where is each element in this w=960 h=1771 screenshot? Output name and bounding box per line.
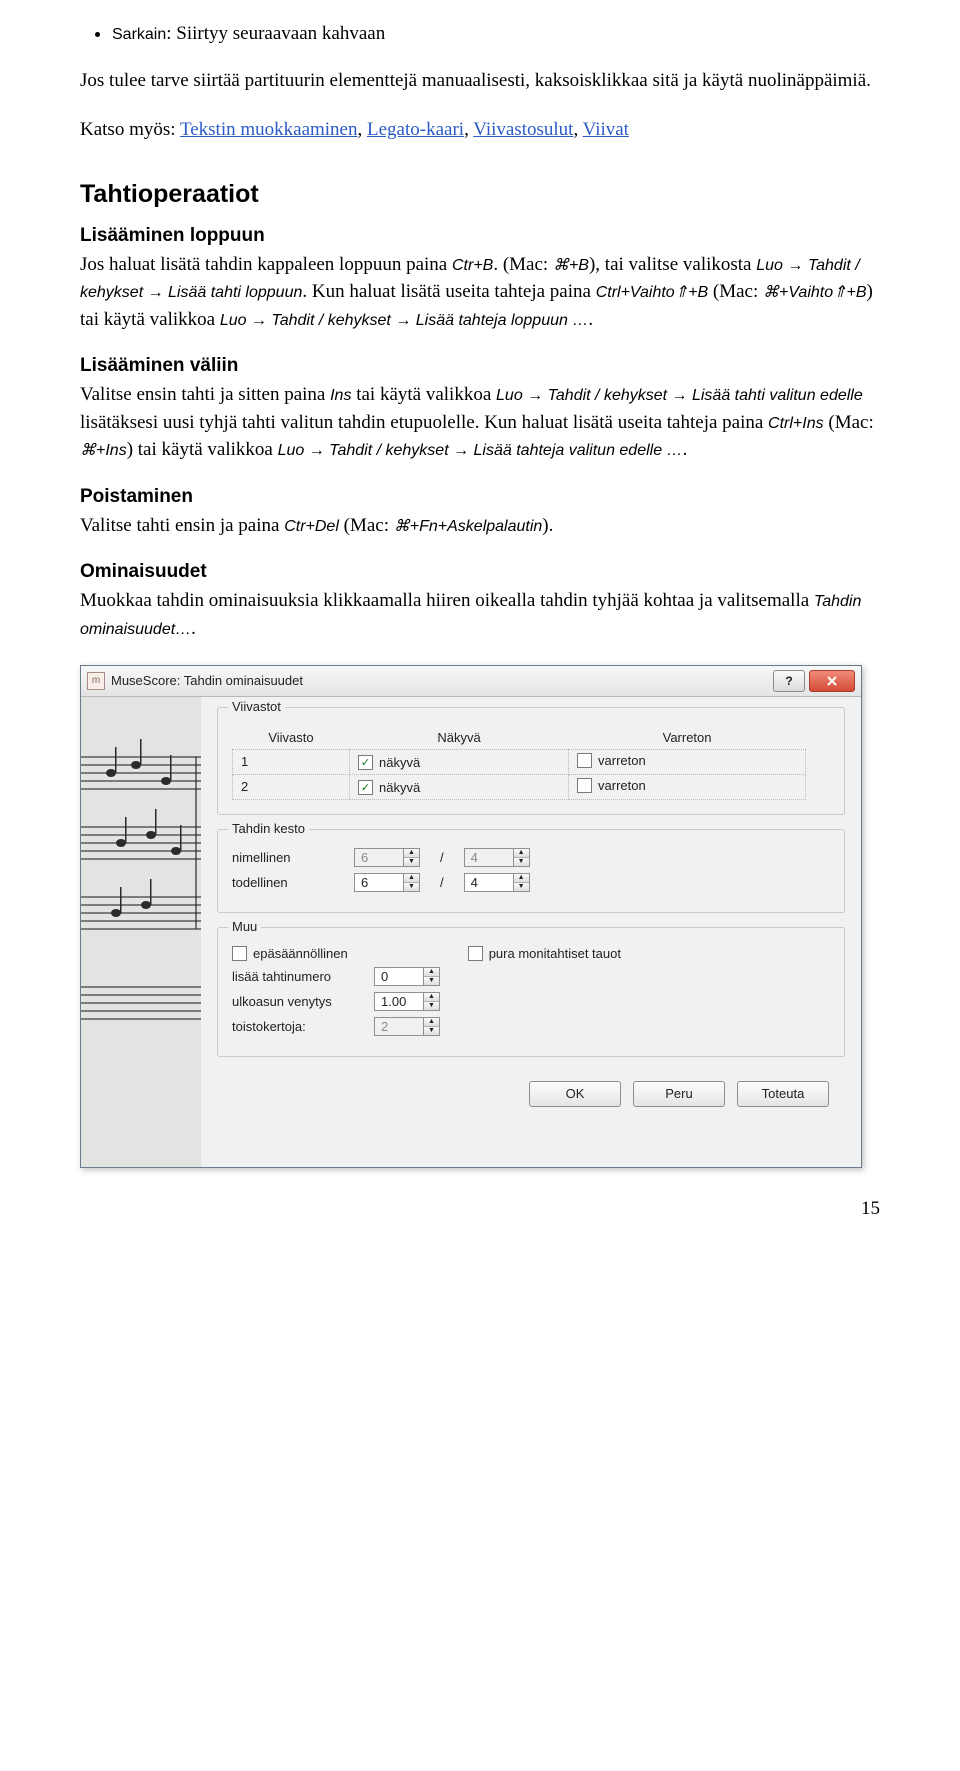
menu-path: Luo → Tahdit / kehykset → Lisää tahteja … [220, 312, 589, 329]
spin-down-icon[interactable]: ▼ [424, 1026, 439, 1035]
kbd: Ctrl+Ins [768, 415, 824, 432]
link-tekstin-muokkaaminen[interactable]: Tekstin muokkaaminen [180, 119, 358, 140]
spin-down-icon[interactable]: ▼ [514, 857, 529, 866]
dialog-tahdin-ominaisuudet: m MuseScore: Tahdin ominaisuudet ? [80, 665, 862, 1168]
kbd: ⌘+Fn+Askelpalautin [394, 518, 543, 535]
link-legato-kaari[interactable]: Legato-kaari [367, 119, 464, 140]
cell-stave-num: 2 [233, 774, 350, 799]
link-viivat[interactable]: Viivat [583, 119, 629, 140]
ok-button[interactable]: OK [529, 1081, 621, 1107]
group-legend: Tahdin kesto [228, 821, 309, 836]
checkbox-nakyva-1[interactable]: ✓näkyvä [358, 755, 420, 770]
spin-actual-num[interactable]: 6▲▼ [354, 873, 420, 892]
close-button[interactable] [809, 670, 855, 692]
checkbox-pura-monitahtiset[interactable]: pura monitahtiset tauot [468, 946, 621, 961]
help-button[interactable]: ? [773, 670, 805, 692]
col-nakyva: Näkyvä [350, 726, 569, 750]
table-row: 2 ✓näkyvä varreton [233, 774, 806, 799]
checkbox-nakyva-2[interactable]: ✓näkyvä [358, 780, 420, 795]
heading-tahtioperaatiot: Tahtioperaatiot [80, 180, 880, 209]
label-nimellinen: nimellinen [232, 850, 342, 865]
page-number: 15 [80, 1198, 880, 1220]
kbd: Ctr+B [452, 257, 493, 274]
dialog-preview-image [81, 697, 201, 1167]
dialog-title: MuseScore: Tahdin ominaisuudet [111, 673, 769, 688]
kbd: Ctrl+Vaihto⇑+B [596, 284, 708, 301]
label-toistokertoja: toistokertoja: [232, 1019, 362, 1034]
spin-toistokertoja: 2▲▼ [374, 1017, 440, 1036]
group-viivastot: Viivastot Viivasto Näkyvä Varreton 1 ✓nä… [217, 707, 845, 815]
kbd: ⌘+B [553, 257, 589, 274]
label-todellinen: todellinen [232, 875, 342, 890]
kbd: ⌘+Vaihto⇑+B [763, 284, 867, 301]
spin-lisaa-tahtinumero[interactable]: 0▲▼ [374, 967, 440, 986]
apply-button[interactable]: Toteuta [737, 1081, 829, 1107]
paragraph-sec3: Valitse tahti ensin ja paina Ctr+Del (Ma… [80, 512, 880, 540]
cancel-button[interactable]: Peru [633, 1081, 725, 1107]
label-ulkoasun-venytys: ulkoasun venytys [232, 994, 362, 1009]
spin-ulkoasun-venytys[interactable]: 1.00▲▼ [374, 992, 440, 1011]
label-lisaa-tahtinumero: lisää tahtinumero [232, 969, 362, 984]
spin-nominal-num: 6▲▼ [354, 848, 420, 867]
kbd: Ins [330, 387, 351, 404]
group-muu: Muu epäsäännöllinen pura monitahtiset ta… [217, 927, 845, 1057]
kbd: Ctr+Del [284, 518, 339, 535]
spin-actual-den[interactable]: 4▲▼ [464, 873, 530, 892]
spin-up-icon[interactable]: ▲ [404, 849, 419, 857]
menu-path: Luo → Tahdit / kehykset → Lisää tahteja … [278, 442, 683, 459]
paragraph-intro: Jos tulee tarve siirtää partituurin elem… [80, 67, 880, 95]
bullet-text: : Siirtyy seuraavaan kahvaan [166, 23, 385, 44]
spin-up-icon[interactable]: ▲ [424, 993, 439, 1001]
dialog-titlebar[interactable]: m MuseScore: Tahdin ominaisuudet ? [81, 666, 861, 697]
spin-up-icon[interactable]: ▲ [514, 874, 529, 882]
cell-stave-num: 1 [233, 749, 350, 774]
see-also: Katso myös: Tekstin muokkaaminen, Legato… [80, 116, 880, 144]
spin-down-icon[interactable]: ▼ [404, 882, 419, 891]
spin-down-icon[interactable]: ▼ [424, 1001, 439, 1010]
heading-lisaaminen-valiin: Lisääminen väliin [80, 355, 880, 377]
spin-nominal-den: 4▲▼ [464, 848, 530, 867]
heading-poistaminen: Poistaminen [80, 486, 880, 508]
key-name: Sarkain [112, 26, 166, 43]
app-icon: m [87, 672, 105, 690]
spin-down-icon[interactable]: ▼ [424, 976, 439, 985]
close-icon [826, 676, 838, 686]
kbd: ⌘+Ins [80, 442, 127, 459]
checkbox-varreton-1[interactable]: varreton [577, 753, 646, 768]
paragraph-sec4: Muokkaa tahdin ominaisuuksia klikkaamall… [80, 587, 880, 642]
heading-lisaaminen-loppuun: Lisääminen loppuun [80, 225, 880, 247]
col-varreton: Varreton [569, 726, 806, 750]
paragraph-sec2: Valitse ensin tahti ja sitten paina Ins … [80, 381, 880, 464]
slash: / [440, 850, 444, 865]
spin-up-icon[interactable]: ▲ [404, 874, 419, 882]
col-viivasto: Viivasto [233, 726, 350, 750]
checkbox-varreton-2[interactable]: varreton [577, 778, 646, 793]
slash: / [440, 875, 444, 890]
group-legend: Muu [228, 919, 261, 934]
spin-up-icon[interactable]: ▲ [514, 849, 529, 857]
spin-down-icon[interactable]: ▼ [514, 882, 529, 891]
staves-table: Viivasto Näkyvä Varreton 1 ✓näkyvä varre… [232, 726, 806, 800]
spin-up-icon[interactable]: ▲ [424, 1018, 439, 1026]
table-row: 1 ✓näkyvä varreton [233, 749, 806, 774]
list-item: Sarkain: Siirtyy seuraavaan kahvaan [112, 20, 880, 49]
group-tahdin-kesto: Tahdin kesto nimellinen 6▲▼ / 4▲▼ todell… [217, 829, 845, 913]
paragraph-sec1: Jos haluat lisätä tahdin kappaleen loppu… [80, 251, 880, 334]
link-viivastosulut[interactable]: Viivastosulut [473, 119, 573, 140]
spin-up-icon[interactable]: ▲ [424, 968, 439, 976]
group-legend: Viivastot [228, 699, 285, 714]
heading-ominaisuudet: Ominaisuudet [80, 561, 880, 583]
spin-down-icon[interactable]: ▼ [404, 857, 419, 866]
menu-path: Luo → Tahdit / kehykset → Lisää tahti va… [496, 387, 863, 404]
checkbox-epasaannollinen[interactable]: epäsäännöllinen [232, 946, 348, 961]
